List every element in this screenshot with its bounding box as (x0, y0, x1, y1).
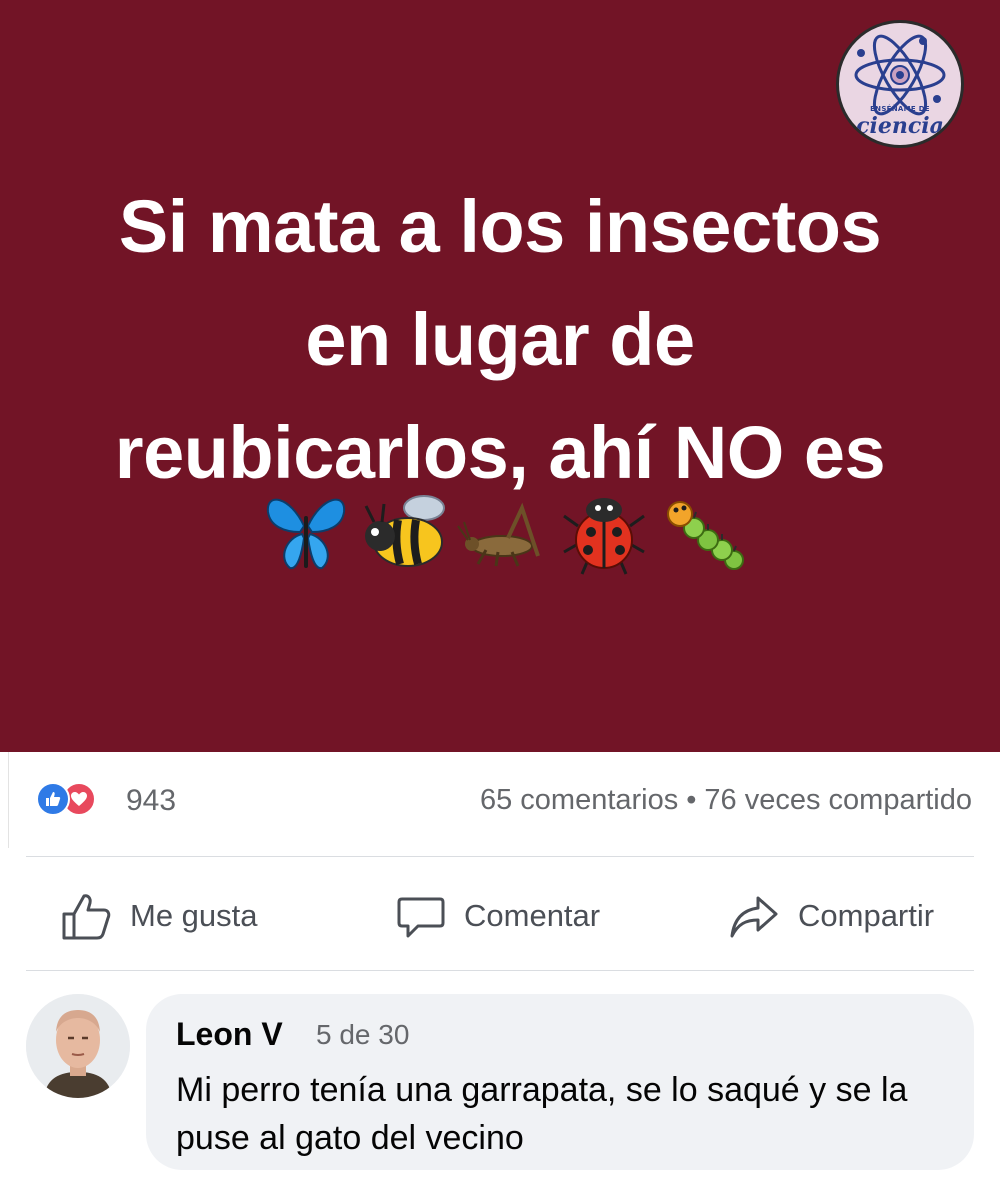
thumbs-up-icon (62, 894, 111, 940)
ensename-de-ciencia-logo: ENSÉÑAME DE ciencia (836, 20, 964, 148)
like-reaction-icon (36, 782, 70, 816)
commenter-avatar[interactable] (26, 994, 130, 1098)
comment-date: 5 de 30 (316, 1019, 410, 1050)
butterfly-icon (266, 498, 346, 570)
comment-text: Mi perro tenía una garrapata, se lo saqu… (176, 1071, 908, 1157)
comment-bubble-icon (397, 897, 445, 938)
facebook-post: ENSÉÑAME DE ciencia Si mata a los insect… (0, 0, 1000, 1200)
insect-emoji-row (260, 486, 750, 578)
divider-top (26, 856, 974, 857)
logo-small-text: ENSÉÑAME DE (870, 105, 930, 113)
cricket-icon (457, 502, 540, 567)
post-actions: Me gusta Comentar Compartir (0, 880, 1000, 950)
like-label: Me gusta (130, 898, 258, 933)
share-arrow-icon (730, 896, 778, 938)
comment-bubble: Leon V 5 de 30 Mi perro tenía una garrap… (146, 994, 974, 1170)
reaction-icons[interactable] (36, 782, 126, 818)
comment-author[interactable]: Leon V (176, 1016, 283, 1053)
shares-count-link[interactable]: 76 veces compartido (704, 784, 972, 816)
comment-label: Comentar (464, 898, 601, 933)
caterpillar-icon (667, 501, 744, 570)
share-label: Compartir (798, 898, 935, 933)
post-stats: 65 comentarios • 76 veces compartido (480, 784, 972, 817)
reaction-count[interactable]: 943 (126, 784, 176, 818)
reactions-summary: 943 65 comentarios • 76 veces compartido (0, 770, 1000, 830)
post-image[interactable]: ENSÉÑAME DE ciencia Si mata a los insect… (0, 0, 1000, 752)
stats-separator: • (686, 784, 697, 816)
headline-line-2: en lugar de (305, 298, 695, 381)
share-button[interactable]: Compartir (728, 888, 934, 944)
headline-line-1: Si mata a los insectos (118, 185, 882, 268)
comments-count-link[interactable]: 65 comentarios (480, 784, 678, 816)
post-headline: Si mata a los insectos en lugar de reubi… (0, 170, 1000, 509)
like-button[interactable]: Me gusta (60, 888, 258, 944)
comment-button[interactable]: Comentar (396, 888, 600, 944)
avatar-image (26, 994, 130, 1098)
ladybug-icon (563, 498, 645, 575)
divider-bottom (26, 970, 974, 971)
logo-script-text: ciencia (856, 113, 944, 139)
bee-icon (364, 495, 445, 567)
